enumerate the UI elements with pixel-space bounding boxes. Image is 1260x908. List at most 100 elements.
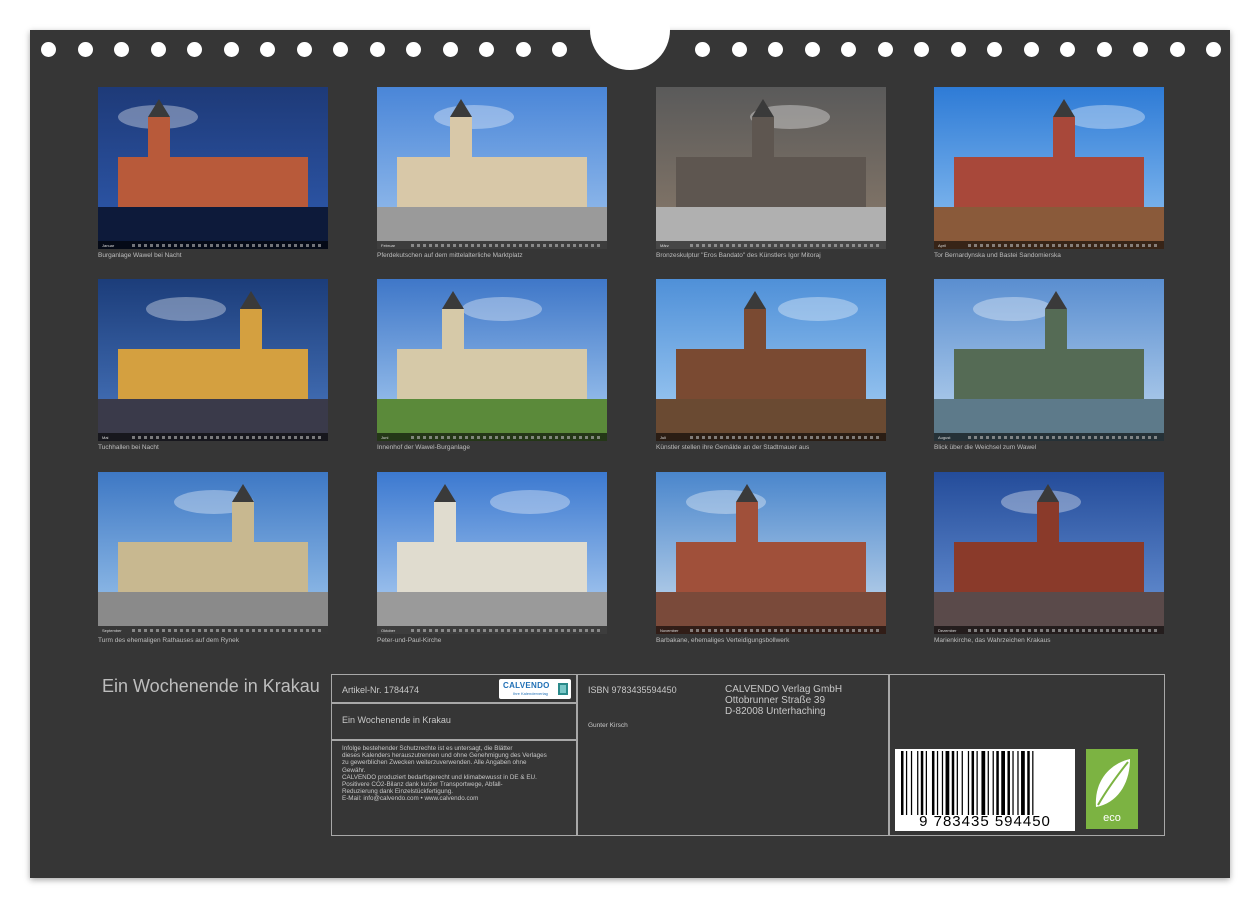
month-tile: August Blick über die Weichsel zum Wawel — [934, 279, 1164, 451]
day-grid — [968, 628, 1160, 632]
month-photo: Februar — [377, 87, 607, 249]
binding-hole — [695, 42, 710, 57]
day-grid — [132, 628, 324, 632]
month-date-strip: Dezember — [934, 626, 1164, 634]
binding-hole — [877, 42, 893, 57]
month-photo: Juni — [377, 279, 607, 441]
month-label: Januar — [102, 242, 115, 248]
logo-text: CALVENDO — [503, 681, 550, 690]
month-caption: Bronzeskulptur "Eros Bandato" des Künstl… — [656, 252, 821, 259]
month-tile: Januar Burganlage Wawel bei Nacht — [98, 87, 328, 259]
month-date-strip: August — [934, 433, 1164, 441]
binding-hole — [1206, 42, 1221, 57]
day-grid — [411, 628, 603, 632]
month-caption: Pferdekutschen auf dem mittelalterliche … — [377, 252, 523, 259]
month-label: November — [660, 627, 679, 633]
book-title: Ein Wochenende in Krakau — [342, 715, 451, 725]
publisher-address: CALVENDO Verlag GmbH Ottobrunner Straße 3… — [725, 684, 842, 717]
article-number: Artikel-Nr. 1784474 — [342, 685, 420, 695]
legal-line: Positivere CO2-Bilanz dank kurzer Transp… — [342, 781, 503, 789]
month-photo: Dezember — [934, 472, 1164, 634]
month-label: Juni — [381, 434, 389, 440]
binding-hole — [950, 42, 966, 57]
binding-hole — [479, 42, 494, 57]
month-date-strip: Januar — [98, 241, 328, 249]
binding-hole — [187, 42, 202, 57]
legal-line: Reduzierung dank Einzelstückfertigung. — [342, 788, 453, 796]
barcode: 9 783435 594450 — [895, 749, 1075, 831]
binding-hole — [223, 42, 239, 57]
month-tile: Juni Innenhof der Wawel-Burganlage — [377, 279, 607, 451]
binding-hole — [1023, 42, 1039, 57]
month-caption: Turm des ehemaligen Rathauses auf dem Ry… — [98, 637, 240, 644]
binding-hole — [260, 42, 275, 57]
month-date-strip: November — [656, 626, 886, 634]
legal-line: zu gewerblichen Zwecken weiterzuverwende… — [342, 759, 527, 767]
day-grid — [132, 243, 324, 247]
calvendo-logo: CALVENDO Ihre Kalenderverlag — [499, 679, 571, 699]
month-tile: September Turm des ehemaligen Rathauses a… — [98, 472, 328, 644]
month-photo: Oktober — [377, 472, 607, 634]
legal-line: CALVENDO produziert bedarfsgerecht und k… — [342, 773, 537, 781]
publisher-line: D-82008 Unterhaching — [725, 706, 826, 717]
binding-hole — [1060, 42, 1075, 57]
month-date-strip: Juli — [656, 433, 886, 441]
legal-notice: Infolge bestehender Schutzrechte ist es … — [342, 745, 574, 803]
book-icon — [558, 683, 568, 695]
binding-hole — [41, 42, 56, 57]
month-tile: März Bronzeskulptur "Eros Bandato" des Kü… — [656, 87, 886, 259]
eco-label: eco — [1103, 812, 1121, 824]
binding-hole — [804, 42, 820, 57]
binding-hole — [406, 42, 421, 57]
binding-hole — [841, 42, 856, 57]
day-grid — [690, 435, 882, 439]
month-caption: Peter-und-Paul-Kirche — [377, 637, 442, 644]
calendar-title: Ein Wochenende in Krakau — [102, 676, 320, 696]
month-label: April — [938, 242, 947, 248]
month-date-strip: Juni — [377, 433, 607, 441]
month-caption: Tor Bernardynska und Bastei Sandomierska — [934, 252, 1061, 259]
binding-hole — [369, 42, 385, 57]
legal-line: E-Mail: info@calvendo.com • www.calvendo… — [342, 795, 479, 803]
barcode-number: 9 783435 594450 — [919, 813, 1051, 830]
binding-hole — [914, 42, 929, 57]
binding-hole — [333, 42, 348, 57]
month-tile: Februar Pferdekutschen auf dem mittelalte… — [377, 87, 607, 259]
month-photo: August — [934, 279, 1164, 441]
info-box: Artikel-Nr. 1784474 CALVENDO Ihre Kalend… — [331, 674, 1165, 836]
barcode-bars — [901, 751, 1034, 815]
legal-line: Infolge bestehender Schutzrechte ist es … — [342, 745, 513, 752]
month-date-strip: Oktober — [377, 626, 607, 634]
day-grid — [690, 243, 882, 247]
month-date-strip: März — [656, 241, 886, 249]
month-label: März — [660, 242, 669, 248]
month-label: Oktober — [381, 627, 396, 633]
day-grid — [690, 628, 882, 632]
month-tile: Juli Künstler stellen ihre Gemälde an der… — [656, 279, 886, 451]
binding-hole — [515, 42, 531, 57]
month-tile: April Tor Bernardynska und Bastei Sandomi… — [934, 87, 1164, 259]
binding-hole — [296, 42, 312, 57]
logo-subtext: Ihre Kalenderverlag — [513, 691, 548, 696]
binding-hole — [1096, 42, 1112, 57]
month-photo: November — [656, 472, 886, 634]
binding-hole — [77, 42, 93, 57]
month-photo: September — [98, 472, 328, 634]
month-caption: Burganlage Wawel bei Nacht — [98, 252, 182, 259]
binding-hole — [1133, 42, 1148, 57]
month-label: Dezember — [938, 627, 957, 633]
day-grid — [411, 243, 603, 247]
binding-hole — [552, 42, 567, 57]
month-caption: Künstler stellen ihre Gemälde an der Sta… — [656, 444, 810, 451]
month-photo: März — [656, 87, 886, 249]
binding-hole — [987, 42, 1002, 57]
month-date-strip: Mai — [98, 433, 328, 441]
day-grid — [968, 435, 1160, 439]
month-label: September — [102, 627, 122, 633]
calendar-back-page: Januar Burganlage Wawel bei Nacht Februar P… — [30, 0, 1230, 878]
binding-hole — [150, 42, 166, 57]
hanger-cutout — [590, 0, 670, 70]
month-label: Mai — [102, 434, 109, 440]
month-caption: Barbakane, ehemaliges Verteidigungsbollw… — [656, 637, 790, 644]
legal-line: Gewähr. — [342, 766, 366, 774]
